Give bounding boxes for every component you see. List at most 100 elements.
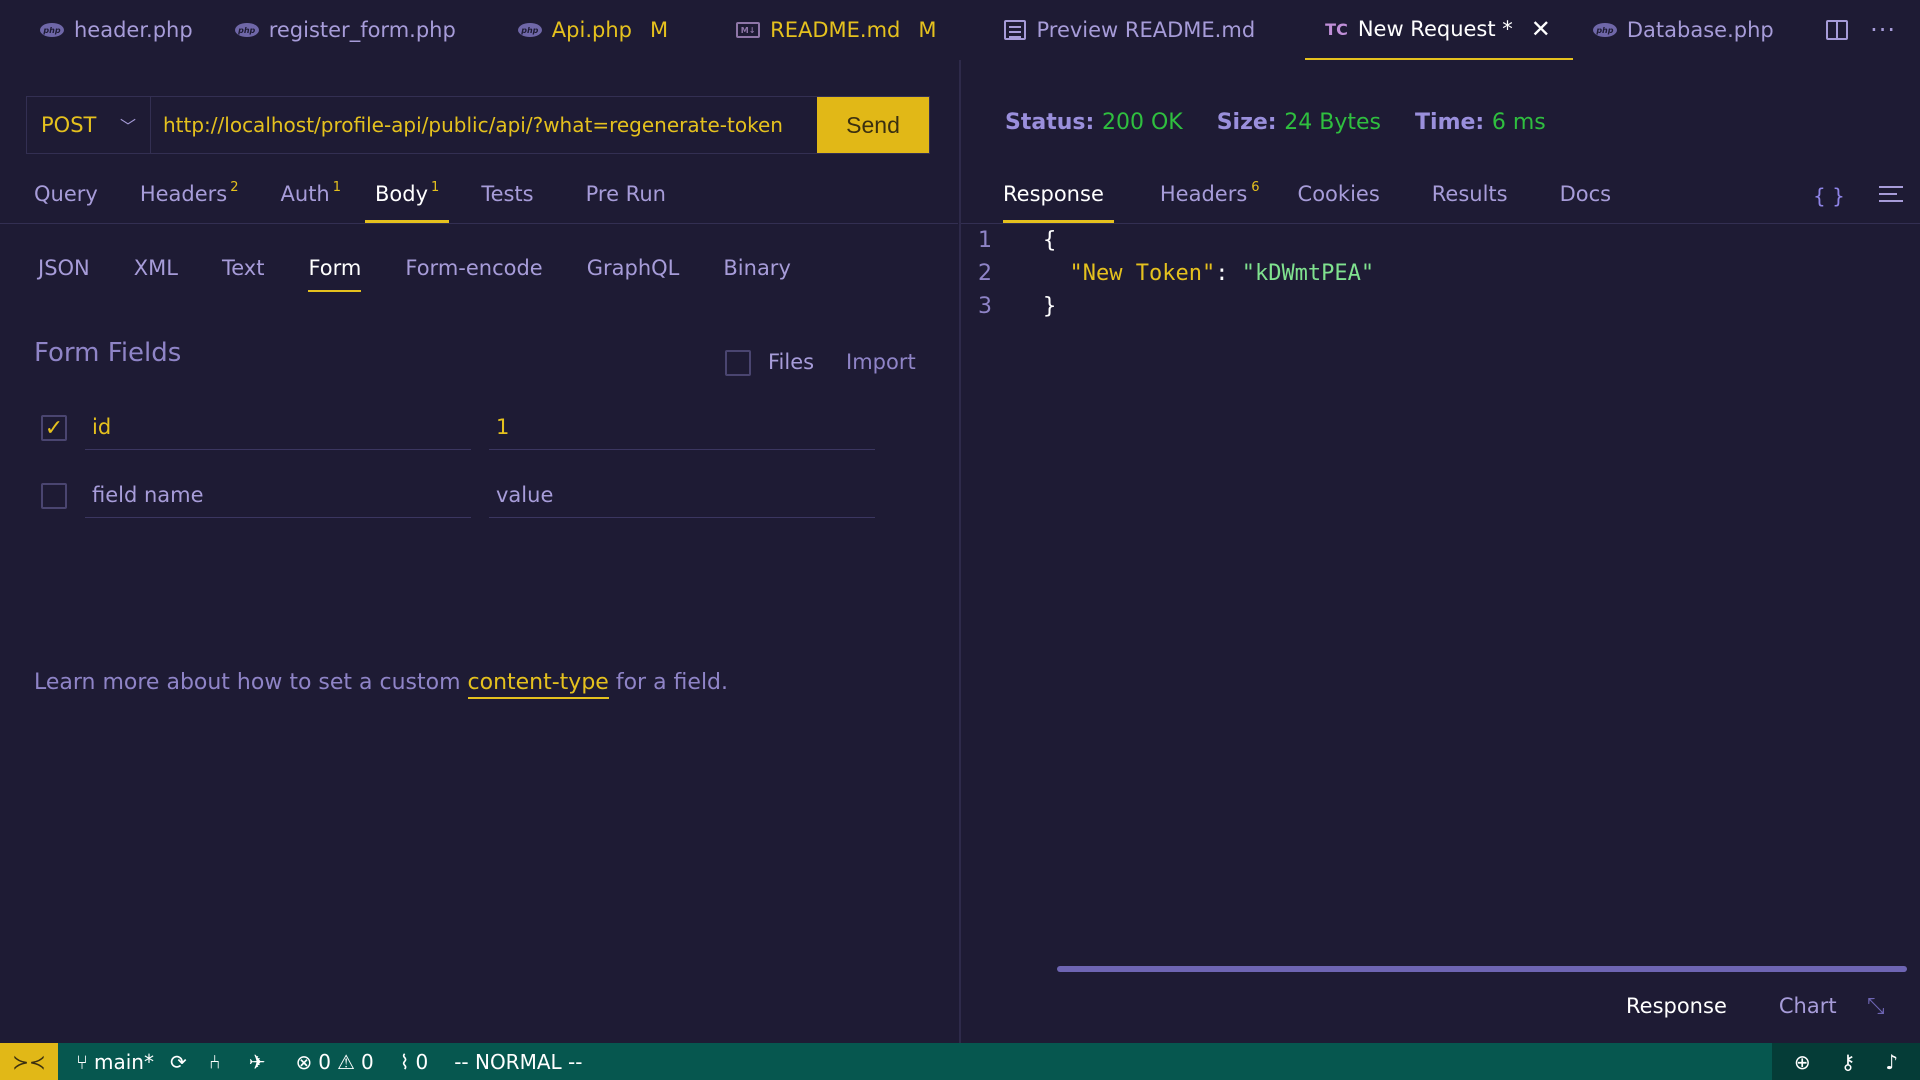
git-graph-icon[interactable]: ⑃: [209, 1050, 221, 1074]
tab-label: New Request *: [1357, 17, 1513, 41]
tab-docs[interactable]: Docs: [1560, 172, 1612, 223]
problems-item[interactable]: ⊗ 0 ⚠ 0: [296, 1050, 374, 1074]
sync-icon: ⟳: [169, 1049, 187, 1074]
body-tab-json[interactable]: JSON: [38, 256, 90, 292]
notifications-icon[interactable]: ♪: [1885, 1050, 1898, 1074]
horizontal-scrollbar[interactable]: [1057, 966, 1907, 972]
status-bar: ≻≺ ⑂ main* ⟳ ⑃ ✈ ⊗ 0 ⚠ 0 ⌇ 0 -- NORMAL -…: [0, 1043, 1920, 1080]
body-tab-graphql[interactable]: GraphQL: [587, 256, 680, 292]
tab-tests[interactable]: Tests: [471, 172, 543, 223]
ports-item[interactable]: ⌇ 0: [400, 1050, 429, 1074]
field-value-input[interactable]: 1: [489, 404, 875, 450]
close-icon[interactable]: ✕: [1531, 15, 1551, 43]
check-icon: ✓: [44, 415, 64, 441]
thunder-client-icon: TC: [1325, 19, 1348, 39]
field-name-input[interactable]: field name: [85, 472, 471, 518]
field-value-input[interactable]: value: [489, 472, 875, 518]
tab-label: README.md: [770, 18, 901, 42]
php-file-icon: php: [1592, 23, 1617, 37]
tab-label: register_form.php: [268, 18, 456, 42]
body-tab-form[interactable]: Form: [308, 256, 362, 292]
key-icon[interactable]: ⚷: [1841, 1050, 1856, 1074]
status-value: 200 OK: [1101, 110, 1183, 135]
send-button[interactable]: Send: [817, 97, 929, 153]
remote-icon[interactable]: ≻≺: [0, 1043, 58, 1080]
files-checkbox[interactable]: [725, 350, 751, 376]
braces-icon[interactable]: { }: [1813, 184, 1845, 208]
response-body: 1 { 2 "New Token": "kDWmtPEA" 3 }: [961, 224, 1920, 323]
tab-readme-md[interactable]: M↓ README.md M: [690, 0, 958, 60]
tab-auth[interactable]: Auth 1: [271, 172, 352, 223]
tab-label: Preview README.md: [1036, 18, 1256, 42]
modified-badge: M: [918, 18, 937, 42]
branch-name: main*: [94, 1049, 154, 1074]
json-key: "New Token": [1069, 261, 1216, 286]
tab-label: Api.php: [551, 18, 632, 42]
word-wrap-icon[interactable]: [1879, 186, 1903, 204]
tab-new-request[interactable]: TC New Request * ✕: [1305, 0, 1573, 60]
time-item: Time: 6 ms: [1415, 110, 1546, 135]
url-bar: POST ﹀ Send: [26, 96, 930, 154]
tab-results[interactable]: Results: [1432, 172, 1508, 223]
body-tab-form-encode[interactable]: Form-encode: [405, 256, 542, 292]
tab-pre-run[interactable]: Pre Run: [576, 172, 676, 223]
time-value: 6 ms: [1491, 110, 1546, 135]
php-file-icon: php: [40, 23, 64, 37]
tab-label: Database.php: [1626, 18, 1774, 42]
url-input[interactable]: [151, 97, 817, 153]
tab-label: header.php: [74, 18, 193, 42]
tab-response[interactable]: Response: [1003, 172, 1114, 223]
vim-mode: -- NORMAL --: [454, 1049, 583, 1074]
view-tab-chart[interactable]: Chart: [1779, 994, 1837, 1018]
broadcast-icon: ⌇: [399, 1049, 410, 1074]
expand-icon[interactable]: ⤡: [1867, 994, 1885, 1019]
import-link[interactable]: Import: [846, 350, 916, 374]
warning-count: 0: [360, 1049, 374, 1074]
tab-preview-readme[interactable]: Preview README.md: [958, 0, 1277, 60]
json-value: "kDWmtPEA": [1241, 261, 1375, 286]
row-checkbox[interactable]: [41, 483, 67, 509]
tab-api-php[interactable]: php Api.php M: [478, 0, 690, 60]
rocket-icon[interactable]: ✈: [249, 1050, 266, 1074]
ports-count: 0: [415, 1049, 429, 1074]
response-summary: Status: 200 OK Size: 24 Bytes Time: 6 ms: [1005, 110, 1546, 135]
error-icon: ⊗: [295, 1049, 313, 1074]
branch-item[interactable]: ⑂ main* ⟳: [76, 1050, 187, 1074]
more-actions-icon[interactable]: ···: [1870, 16, 1896, 44]
count-badge: 6: [1251, 180, 1260, 195]
count-badge: 1: [431, 180, 440, 195]
php-file-icon: php: [517, 23, 542, 37]
tab-cookies[interactable]: Cookies: [1298, 172, 1380, 223]
row-checkbox-checked[interactable]: ✓: [41, 415, 67, 441]
code-line: 1 {: [961, 224, 1920, 257]
tab-header-php[interactable]: php header.php: [0, 0, 215, 60]
help-text: Learn more about how to set a custom con…: [34, 670, 728, 699]
size-value: 24 Bytes: [1284, 110, 1382, 135]
response-pane: Status: 200 OK Size: 24 Bytes Time: 6 ms…: [961, 60, 1920, 1043]
request-tabs: Query Headers 2 Auth 1 Body 1 Tests Pre Run: [0, 172, 958, 224]
view-tab-response[interactable]: Response: [1626, 994, 1727, 1018]
tab-register-form-php[interactable]: php register_form.php: [215, 0, 478, 60]
body-tab-binary[interactable]: Binary: [723, 256, 790, 292]
tab-actions: ···: [1826, 0, 1920, 60]
body-tab-text[interactable]: Text: [222, 256, 264, 292]
field-name-input[interactable]: id: [85, 404, 471, 450]
tab-database-php[interactable]: php Database.php: [1573, 0, 1796, 60]
content-type-link[interactable]: content-type: [467, 670, 609, 699]
split-editor-icon[interactable]: [1826, 20, 1849, 40]
line-number: 3: [978, 294, 992, 319]
body-tab-xml[interactable]: XML: [134, 256, 178, 292]
line-number: 2: [978, 261, 992, 286]
editor-tab-bar: php header.php php register_form.php php…: [0, 0, 1920, 60]
tab-headers[interactable]: Headers 2: [130, 172, 249, 223]
tab-body[interactable]: Body 1: [365, 172, 450, 223]
tab-response-headers[interactable]: Headers 6: [1160, 172, 1260, 223]
zoom-icon[interactable]: ⊕: [1794, 1050, 1811, 1074]
size-item: Size: 24 Bytes: [1216, 110, 1382, 135]
tab-query[interactable]: Query: [34, 172, 108, 223]
files-label: Files: [768, 350, 815, 374]
modified-badge: M: [649, 18, 669, 42]
method-select[interactable]: POST ﹀: [27, 97, 151, 153]
code-line: 3 }: [961, 290, 1920, 323]
error-count: 0: [318, 1049, 332, 1074]
